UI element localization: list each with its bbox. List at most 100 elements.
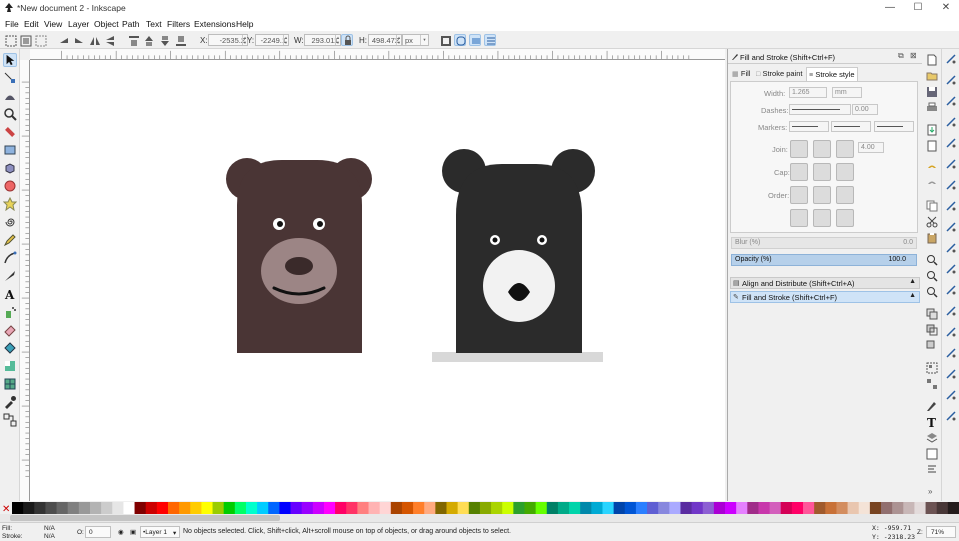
order-fill-markers-stroke-button[interactable] [836,186,854,204]
save-icon[interactable] [926,86,938,98]
palette-swatch[interactable] [557,502,570,514]
star-tool-icon[interactable] [2,196,18,212]
palette-swatch[interactable] [145,502,158,514]
lower-to-bottom-icon[interactable] [174,34,186,46]
3d-box-tool-icon[interactable] [3,161,17,175]
palette-swatch[interactable] [803,502,815,514]
spin-arrows-icon[interactable]: ▲ ▼ [283,35,288,45]
h-field[interactable]: 498.472 ▲ ▼ [368,34,402,46]
palette-swatch[interactable] [357,502,370,514]
palette-swatch[interactable] [591,502,603,514]
layer-lock-icon[interactable]: ▣ [130,528,136,536]
spin-arrows-icon[interactable]: ▲ ▼ [396,35,401,45]
order-markers-fill-stroke-button[interactable] [790,209,808,227]
drawing-canvas[interactable] [30,60,725,501]
palette-scrollbar[interactable] [0,514,959,522]
palette-swatch[interactable] [513,502,525,514]
mid-marker-select[interactable] [831,121,871,132]
menu-filters[interactable]: Filters [167,19,190,29]
palette-swatch[interactable] [647,502,659,514]
snap-baseline-icon[interactable] [945,347,957,359]
palette-swatch[interactable] [602,502,615,514]
palette-swatch[interactable] [713,502,726,514]
palette-swatch[interactable] [881,502,893,514]
join-miter-button[interactable] [790,140,808,158]
tab-stroke-paint[interactable]: □ Stroke paint [756,69,806,81]
palette-swatch[interactable] [925,502,938,514]
redo-icon[interactable] [926,178,938,190]
order-stroke-fill-markers-button[interactable] [813,186,831,204]
zoom-drawing-icon[interactable] [926,270,938,282]
palette-swatch[interactable] [691,502,704,514]
palette-swatch[interactable] [680,502,693,514]
connector-tool-icon[interactable] [3,413,17,427]
no-paint-swatch-icon[interactable]: ✕ [2,504,10,514]
copy-icon[interactable] [926,200,938,212]
cap-square-button[interactable] [836,163,854,181]
join-bevel-button[interactable] [836,140,854,158]
palette-swatch[interactable] [903,502,915,514]
palette-swatch[interactable] [825,502,837,514]
opacity-slider[interactable]: Opacity (%) 100.0 [731,254,917,266]
pencil-tool-icon[interactable] [3,233,17,247]
paint-bucket-tool-icon[interactable] [3,341,17,355]
snap-center-icon[interactable] [945,305,957,317]
brown-bear-drawing[interactable] [226,158,372,353]
palette-swatch[interactable] [279,502,292,514]
rotate-cw-icon[interactable] [72,34,84,46]
width-unit-select[interactable]: mm [832,87,862,98]
export-icon[interactable] [926,140,938,152]
duplicate-icon[interactable] [926,308,938,320]
rectangle-tool-icon[interactable] [3,143,17,157]
palette-swatch[interactable] [323,502,336,514]
palette-swatch[interactable] [201,502,214,514]
palette-swatch[interactable] [401,502,414,514]
select-all-layers-icon[interactable] [19,34,32,47]
ellipse-tool-icon[interactable] [3,179,17,193]
gradient-tool-icon[interactable] [3,359,17,373]
snap-grid-icon[interactable] [945,389,957,401]
menu-view[interactable]: View [44,19,62,29]
y-field[interactable]: -2249.1 ▲ ▼ [255,34,289,46]
fill-stroke-dialog-icon[interactable] [926,400,938,412]
snap-page-border-icon[interactable] [945,368,957,380]
palette-swatch[interactable] [112,502,124,514]
palette-swatch[interactable] [379,502,392,514]
color-palette[interactable]: ✕ [0,502,959,514]
mesh-tool-icon[interactable] [3,377,17,391]
pen-tool-icon[interactable] [3,251,17,265]
zoom-tool-icon[interactable] [3,107,17,121]
measure-tool-icon[interactable] [3,125,17,139]
tab-stroke-style[interactable]: ≡ Stroke style [806,67,858,81]
palette-swatch[interactable] [624,502,637,514]
palette-swatch[interactable] [34,502,46,514]
snap-guide-icon[interactable] [945,410,957,422]
palette-swatch[interactable] [257,502,269,514]
palette-swatch[interactable] [56,502,69,514]
palette-swatch[interactable] [613,502,626,514]
flip-vertical-icon[interactable] [103,34,115,46]
layer-select[interactable]: •Layer 1 ▾ [140,526,180,538]
import-icon[interactable] [926,124,938,136]
cap-round-button[interactable] [813,163,831,181]
palette-swatch[interactable] [12,502,24,514]
layer-visibility-icon[interactable]: ◉ [118,528,124,536]
miter-limit-field[interactable]: 4.00 [858,142,884,153]
tab-fill[interactable]: ▦ Fill [732,69,758,81]
palette-swatch[interactable] [669,502,681,514]
palette-swatch[interactable] [390,502,403,514]
palette-swatch[interactable] [658,502,670,514]
palette-swatch[interactable] [836,502,849,514]
palette-swatch[interactable] [502,502,514,514]
palette-swatch[interactable] [869,502,882,514]
palette-swatch[interactable] [346,502,358,514]
panel-close-icon[interactable]: ⊠ [910,51,917,60]
deselect-icon[interactable] [34,34,47,47]
spray-tool-icon[interactable] [3,305,17,319]
x-field[interactable]: -2535.2 ▲ ▼ [208,34,248,46]
minimize-button[interactable]: — [884,2,896,14]
scale-stroke-icon[interactable] [439,34,451,46]
snap-intersections-icon[interactable] [945,221,957,233]
palette-swatch[interactable] [446,502,459,514]
zoom-page-icon[interactable] [926,286,938,298]
